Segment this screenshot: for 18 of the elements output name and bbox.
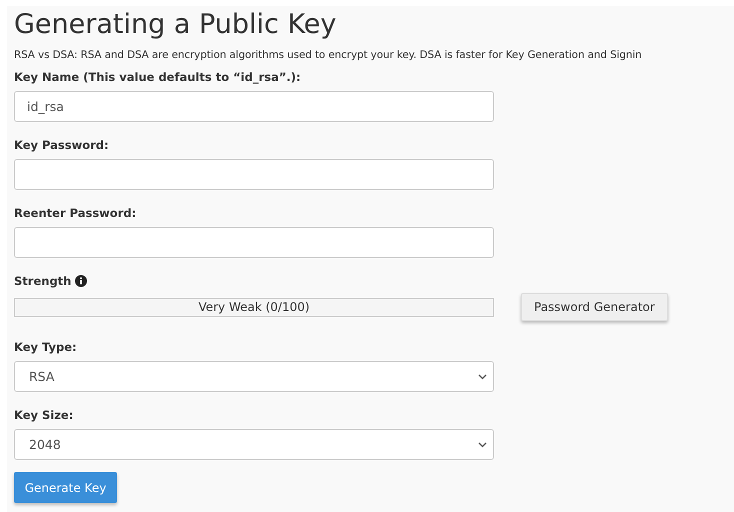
- field-label: Key Size:: [14, 407, 74, 423]
- strength-label: Strength: [14, 273, 88, 289]
- chevron-down-icon: [478, 442, 487, 448]
- select-field[interactable]: RSA: [14, 361, 494, 392]
- chevron-down-icon: [478, 374, 487, 380]
- select-field[interactable]: 2048: [14, 429, 494, 460]
- text-field[interactable]: [14, 159, 494, 190]
- strength-reading: Very Weak (0/100): [198, 300, 310, 314]
- field-label: Key Password:: [14, 137, 109, 153]
- page-heading: Generating a Public Key: [14, 8, 338, 42]
- field-label: Key Type:: [14, 339, 77, 355]
- info-icon[interactable]: [75, 275, 88, 287]
- text-field[interactable]: [14, 227, 494, 258]
- text-field[interactable]: id_rsa: [14, 91, 494, 122]
- field-label: Reenter Password:: [14, 205, 136, 221]
- field-label: Key Name (This value defaults to “id_rsa”.):: [14, 69, 301, 85]
- password-generator-button[interactable]: Password Generator: [521, 293, 668, 321]
- description-text: RSA vs DSA: RSA and DSA are encryption algorithms used to encrypt your key. DSA is faster for Key Generation and Signin: [14, 49, 643, 61]
